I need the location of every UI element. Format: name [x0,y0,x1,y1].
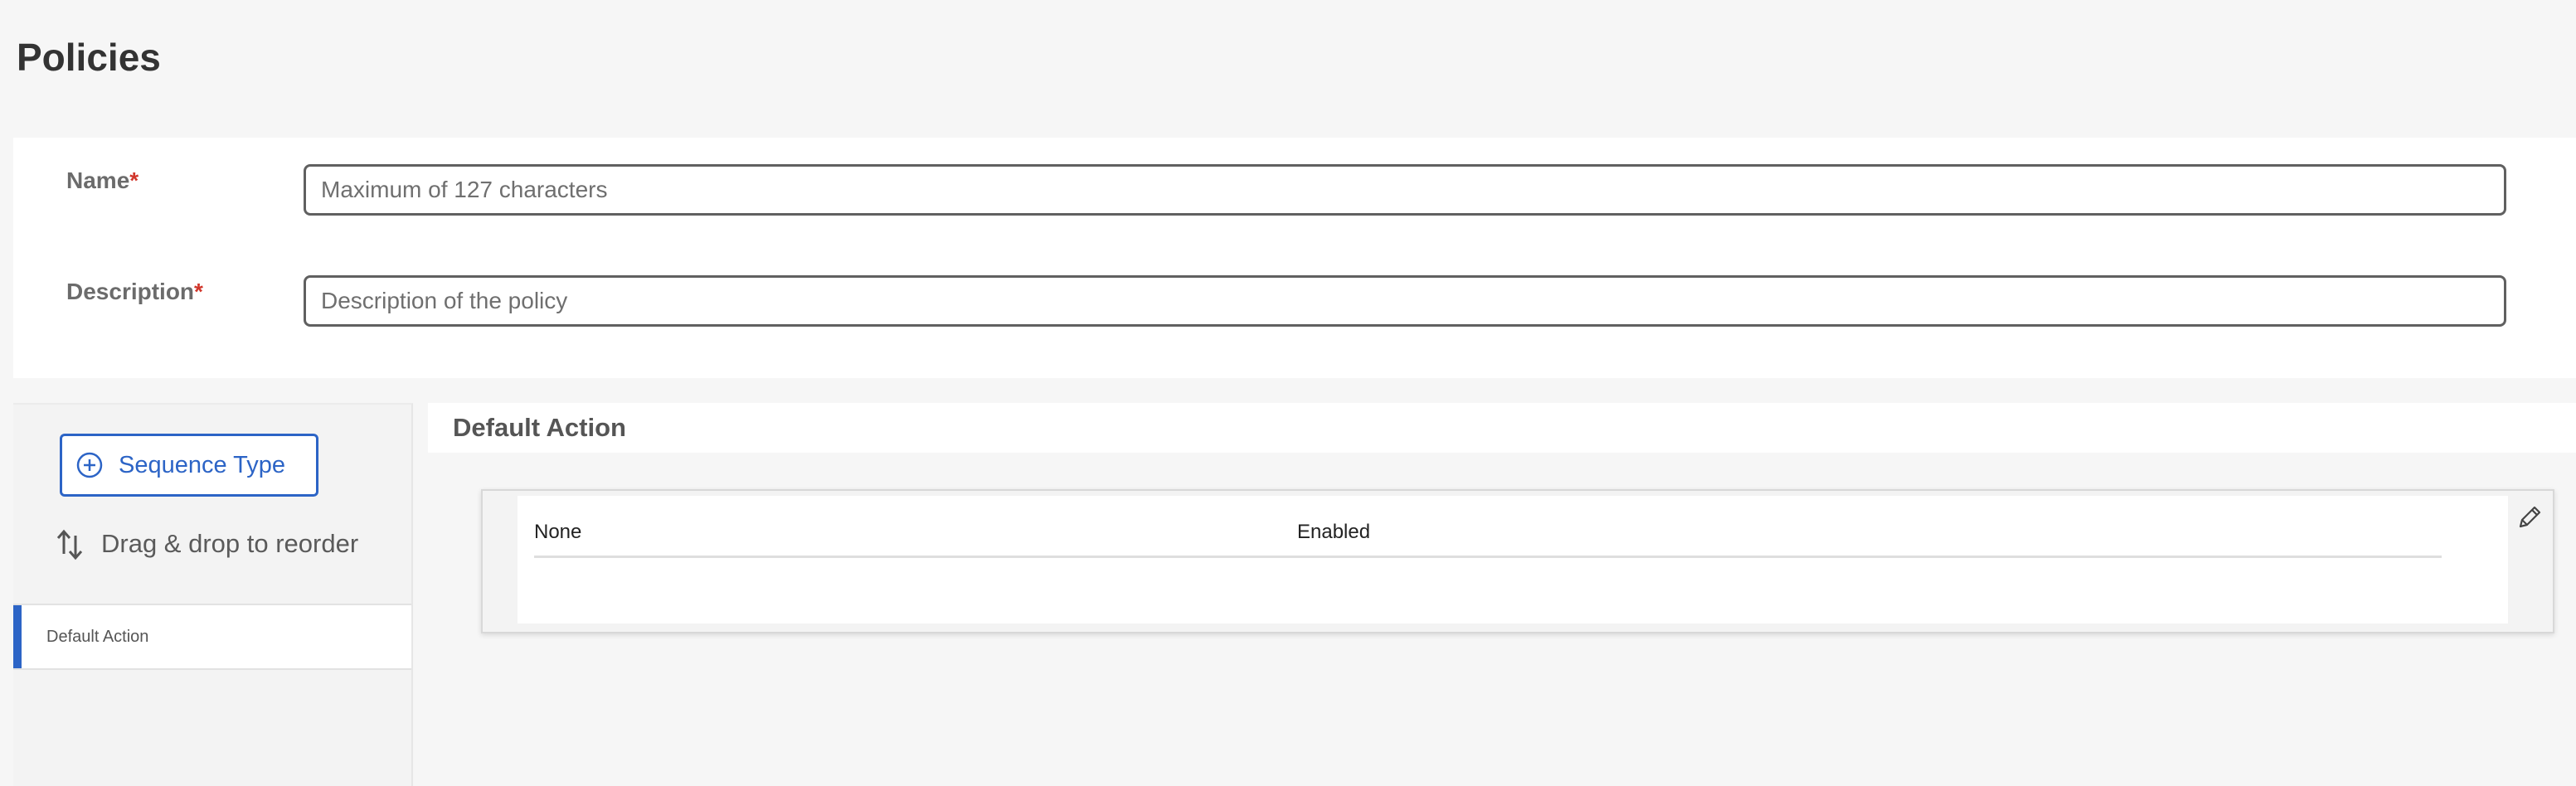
add-sequence-type-label: Sequence Type [119,451,286,478]
action-cell: None [534,521,582,543]
default-action-table: None Enabled [518,496,2508,623]
section-title: Default Action [453,413,626,442]
pencil-icon[interactable] [2513,501,2546,534]
required-marker: * [194,279,203,304]
description-label-text: Description [66,279,195,304]
name-input[interactable] [304,164,2506,216]
sequence-sidebar: Sequence Type Drag & drop to reorder Def… [13,403,413,786]
name-label-text: Name [66,167,130,193]
description-input[interactable] [304,275,2506,327]
drag-hint: Drag & drop to reorder [55,527,358,560]
required-marker: * [129,167,139,193]
row-divider [534,556,2442,558]
status-cell: Enabled [1297,521,1371,543]
policies-page: Policies Name* Description* Sequence Typ… [0,0,2576,786]
page-title: Policies [17,36,161,79]
name-label: Name* [66,167,139,194]
sort-arrows-icon [55,527,85,560]
sequence-item-default-action[interactable]: Default Action [13,604,411,670]
plus-circle-icon [75,451,104,479]
policy-form: Name* Description* [13,138,2576,378]
default-action-card: None Enabled [481,489,2554,633]
drag-hint-text: Drag & drop to reorder [101,529,359,558]
active-indicator [13,605,22,668]
sequence-item-label: Default Action [46,627,149,646]
add-sequence-type-button[interactable]: Sequence Type [60,434,318,497]
description-label: Description* [66,279,203,305]
default-action-header: Default Action [428,403,2576,453]
